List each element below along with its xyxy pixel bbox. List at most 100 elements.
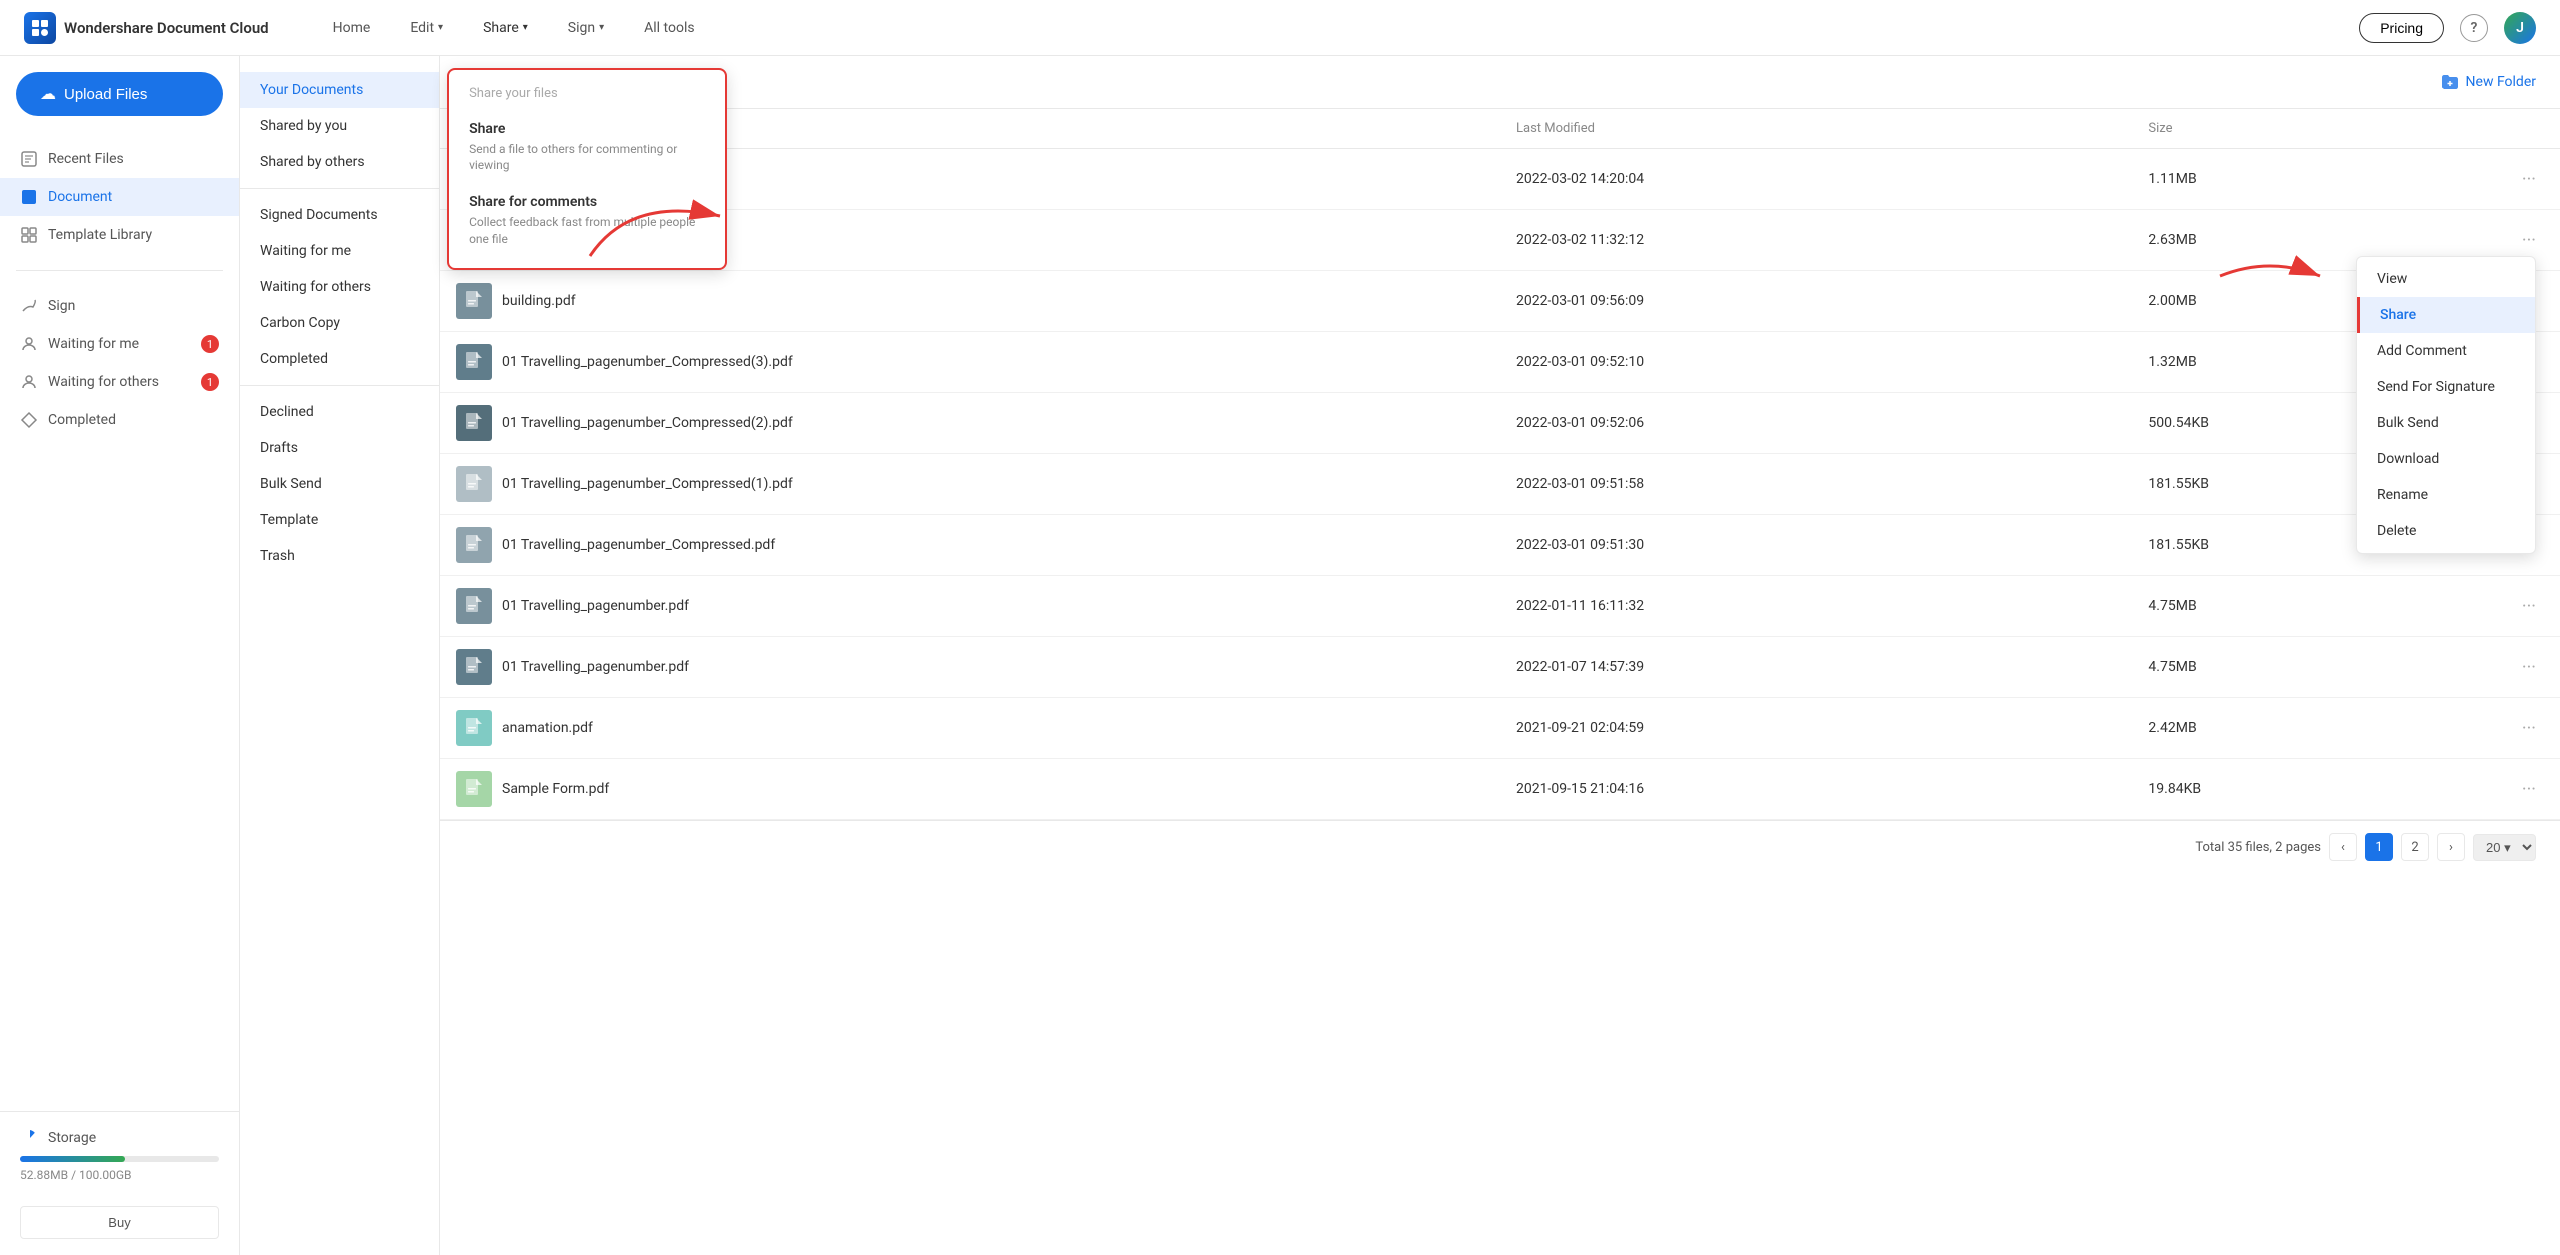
app-logo-icon <box>24 12 56 44</box>
page-1-button[interactable]: 1 <box>2365 833 2393 861</box>
col-actions <box>2498 109 2560 149</box>
table-row: anamation.pdf 2021-09-21 02:04:59 2.42MB… <box>440 698 2560 759</box>
storage-section: Storage 52.88MB / 100.00GB <box>0 1111 239 1198</box>
file-thumbnail <box>456 649 492 685</box>
recent-icon <box>20 150 38 168</box>
file-name-cell: Sample Form.pdf <box>456 771 1484 807</box>
file-name: anamation.pdf <box>502 720 593 736</box>
context-bulk-send[interactable]: Bulk Send <box>2357 405 2535 441</box>
share-option-share-title: Share <box>469 121 705 137</box>
table-row: 01 Travelling_pagenumber.pdf 2022-01-11 … <box>440 576 2560 637</box>
sub-sidebar-completed[interactable]: Completed <box>240 341 439 377</box>
next-page-button[interactable]: › <box>2437 833 2465 861</box>
nav-all-tools[interactable]: All tools <box>628 12 710 44</box>
nav-home[interactable]: Home <box>317 12 387 44</box>
sub-sidebar-drafts[interactable]: Drafts <box>240 430 439 466</box>
table-row: 01 Travelling_pagenumber_Compressed(2).p… <box>440 393 2560 454</box>
share-option-share-desc: Send a file to others for commenting or … <box>469 141 705 175</box>
file-table: Name Last Modified Size <box>440 109 2560 820</box>
sidebar-item-waiting-others[interactable]: Waiting for others 1 <box>0 363 239 401</box>
table-row: Furniture.pdf 2022-03-02 11:32:12 2.63MB… <box>440 210 2560 271</box>
pagination: Total 35 files, 2 pages ‹ 1 2 › 20 ▾ <box>440 820 2560 873</box>
file-size: 4.75MB <box>2132 576 2497 637</box>
context-view[interactable]: View <box>2357 261 2535 297</box>
sub-sidebar-signed-documents[interactable]: Signed Documents <box>240 197 439 233</box>
sub-sidebar-declined[interactable]: Declined <box>240 394 439 430</box>
sub-sidebar-shared-by-others[interactable]: Shared by others <box>240 144 439 180</box>
file-name: 01 Travelling_pagenumber_Compressed(3).p… <box>502 354 793 370</box>
nav-sign[interactable]: Sign ▾ <box>552 12 620 44</box>
context-download[interactable]: Download <box>2357 441 2535 477</box>
file-more-button[interactable]: ··· <box>2514 653 2544 682</box>
app-container: Wondershare Document Cloud Home Edit ▾ S… <box>0 0 2560 1255</box>
file-thumbnail <box>456 283 492 319</box>
context-share[interactable]: Share <box>2357 297 2535 333</box>
storage-label: Storage <box>20 1128 219 1148</box>
file-name-cell: 01 Travelling_pagenumber.pdf <box>456 649 1484 685</box>
file-thumbnail <box>456 466 492 502</box>
storage-info: 52.88MB / 100.00GB <box>20 1168 219 1182</box>
file-thumbnail <box>456 588 492 624</box>
sign-icon <box>20 297 38 315</box>
file-more-button[interactable]: ··· <box>2514 165 2544 194</box>
table-row: 01 Travelling_pagenumber.pdf 2022-01-07 … <box>440 637 2560 698</box>
file-more-button[interactable]: ··· <box>2514 592 2544 621</box>
sub-sidebar-template[interactable]: Template <box>240 502 439 538</box>
nav-share[interactable]: Share ▾ <box>467 12 544 44</box>
sub-sidebar-waiting-others[interactable]: Waiting for others <box>240 269 439 305</box>
file-name: building.pdf <box>502 293 576 309</box>
waiting-others-badge: 1 <box>201 373 219 391</box>
prev-page-button[interactable]: ‹ <box>2329 833 2357 861</box>
upload-button[interactable]: ☁ Upload Files <box>16 72 223 116</box>
sidebar-item-sign[interactable]: Sign <box>0 287 239 325</box>
sub-sidebar-divider-2 <box>240 385 439 386</box>
sub-sidebar-trash[interactable]: Trash <box>240 538 439 574</box>
sidebar-item-completed[interactable]: Completed <box>0 401 239 439</box>
completed-icon <box>20 411 38 429</box>
context-add-comment[interactable]: Add Comment <box>2357 333 2535 369</box>
template-icon <box>20 226 38 244</box>
table-row: building.pdf 2022-03-01 09:56:09 2.00MB … <box>440 271 2560 332</box>
sub-sidebar-shared-by-you[interactable]: Shared by you <box>240 108 439 144</box>
sidebar-item-waiting-me[interactable]: Waiting for me 1 <box>0 325 239 363</box>
new-folder-button[interactable]: New Folder <box>2440 72 2536 92</box>
per-page-select[interactable]: 20 ▾ <box>2473 834 2536 861</box>
share-option-share[interactable]: Share Send a file to others for commenti… <box>449 113 725 187</box>
page-2-button[interactable]: 2 <box>2401 833 2429 861</box>
app-name: Wondershare Document Cloud <box>64 19 269 37</box>
sub-sidebar-bulk-send[interactable]: Bulk Send <box>240 466 439 502</box>
share-chevron-icon: ▾ <box>523 22 528 33</box>
sub-sidebar-divider-1 <box>240 188 439 189</box>
help-icon[interactable]: ? <box>2460 14 2488 42</box>
share-nav-dropdown: Share your files Share Send a file to ot… <box>447 68 727 270</box>
sidebar-item-recent[interactable]: Recent Files <box>0 140 239 178</box>
context-send-signature[interactable]: Send For Signature <box>2357 369 2535 405</box>
table-row: 2022-03-02 14:20:04 1.11MB ··· <box>440 149 2560 210</box>
file-modified: 2022-03-01 09:52:10 <box>1500 332 2132 393</box>
file-more-button[interactable]: ··· <box>2514 226 2544 255</box>
avatar[interactable]: J <box>2504 12 2536 44</box>
sub-sidebar-your-documents[interactable]: Your Documents <box>240 72 439 108</box>
file-more-button[interactable]: ··· <box>2514 775 2544 804</box>
pricing-button[interactable]: Pricing <box>2359 13 2444 43</box>
col-size: Size <box>2132 109 2497 149</box>
sidebar-item-document[interactable]: Document <box>0 178 239 216</box>
upload-icon: ☁ <box>40 84 56 104</box>
table-header-row: Name Last Modified Size <box>440 109 2560 149</box>
file-more-button[interactable]: ··· <box>2514 714 2544 743</box>
context-rename[interactable]: Rename <box>2357 477 2535 513</box>
buy-button[interactable]: Buy <box>20 1206 219 1239</box>
nav-edit[interactable]: Edit ▾ <box>394 12 459 44</box>
content-header: New Folder <box>440 56 2560 109</box>
sidebar-item-template[interactable]: Template Library <box>0 216 239 254</box>
context-menu: View Share Add Comment Send For Signatur… <box>2356 256 2536 554</box>
sub-sidebar-waiting-me[interactable]: Waiting for me <box>240 233 439 269</box>
share-option-comments-title: Share for comments <box>469 194 705 210</box>
table-row: 01 Travelling_pagenumber_Compressed(3).p… <box>440 332 2560 393</box>
share-option-comments[interactable]: Share for comments Collect feedback fast… <box>449 186 725 260</box>
top-bar: Wondershare Document Cloud Home Edit ▾ S… <box>0 0 2560 56</box>
file-name-cell: 01 Travelling_pagenumber_Compressed(3).p… <box>456 344 1484 380</box>
file-modified: 2022-03-02 14:20:04 <box>1500 149 2132 210</box>
sub-sidebar-carbon-copy[interactable]: Carbon Copy <box>240 305 439 341</box>
context-delete[interactable]: Delete <box>2357 513 2535 549</box>
